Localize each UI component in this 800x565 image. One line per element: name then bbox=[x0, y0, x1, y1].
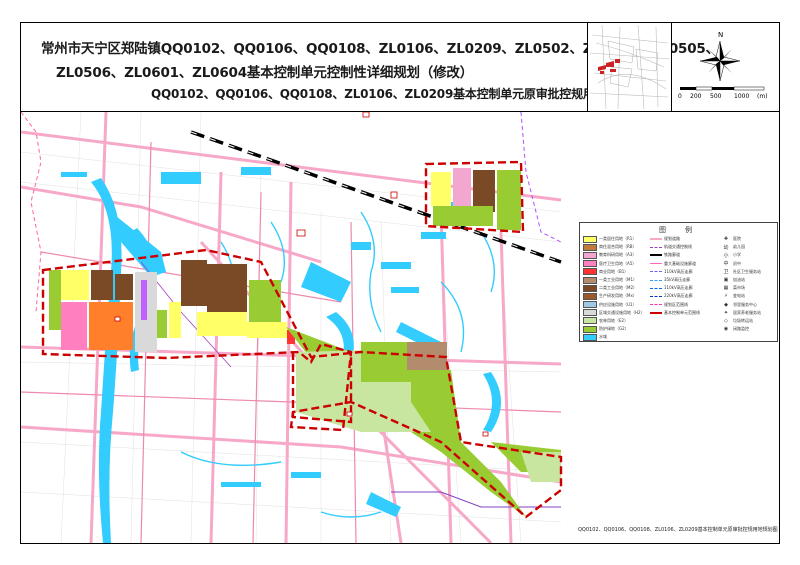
legend-item: 医疗卫生用地（A5） bbox=[583, 260, 645, 268]
line-transit bbox=[650, 246, 662, 248]
line-110kv-b bbox=[650, 287, 662, 289]
legend-symbol-column: ✚ 医院 幼幼儿园 小小学 中初中 卫社区卫生服务站 ▣ 加油站 ▦ 菜市场 ⚡ 变电站… bbox=[720, 235, 761, 333]
legend-item: 重大基础设施廊道 bbox=[650, 260, 700, 268]
legend-item: 生产研发用地（Mx） bbox=[583, 292, 645, 300]
map-subtitle: QQ0102、QQ0106、QQ0108、ZL0106、ZL0209基本控制单元… bbox=[151, 87, 642, 101]
market-icon: ▦ bbox=[723, 285, 729, 292]
swatch-water bbox=[583, 333, 597, 341]
legend-item: 商业用地（B1） bbox=[583, 268, 645, 276]
legend-item: 教育科研用地（A3） bbox=[583, 251, 645, 259]
legend-item: 供应设施用地（U1） bbox=[583, 301, 645, 309]
swatch-commercial bbox=[583, 268, 597, 276]
legend-item: 幼幼儿园 bbox=[720, 243, 761, 251]
gas-station-icon: ▣ bbox=[723, 277, 729, 284]
legend-item: 二类工业用地（M2） bbox=[583, 284, 645, 292]
middle-school-icon: 中 bbox=[723, 261, 729, 268]
swatch-medical bbox=[583, 260, 597, 268]
legend-item: 防护绿地（G2） bbox=[583, 325, 645, 333]
legend-item: 农林用地（E2） bbox=[583, 317, 645, 325]
northeast-block-parcels bbox=[431, 168, 521, 230]
legend-item: 卫社区卫生服务站 bbox=[720, 268, 761, 276]
locator-map bbox=[587, 23, 672, 111]
scale-unit: (m) bbox=[757, 93, 768, 100]
substation-icon: ⚡ bbox=[724, 293, 728, 300]
scale-tick-0: 0 bbox=[678, 93, 682, 100]
service-center-icon: ◆ bbox=[724, 301, 728, 308]
legend-line-column: 规划道路 轨道交通控制线 铁路廊道 重大基础设施廊道 110kV高压走廊 35k… bbox=[650, 235, 700, 317]
swatch-residential bbox=[583, 235, 597, 243]
swatch-green bbox=[583, 325, 597, 333]
hospital-icon: ✚ bbox=[723, 236, 729, 243]
legend-item: 轨道交通控制线 bbox=[650, 243, 700, 251]
waste-transfer-icon: ◇ bbox=[724, 317, 728, 324]
map-title-line2: ZL0506、ZL0601、ZL0604基本控制单元控制性详细规划（修改） bbox=[56, 65, 473, 81]
legend-item: ▦ 菜市场 bbox=[720, 284, 761, 292]
legend-item: 一类居住用地（R1） bbox=[583, 235, 645, 243]
cctv-icon: ◉ bbox=[723, 326, 729, 333]
legend-item: 中初中 bbox=[720, 260, 761, 268]
scale-tick-200: 200 bbox=[690, 93, 702, 100]
legend-item: 基本控制单元范围线 bbox=[650, 309, 700, 317]
land-use-map: 图 例 一类居住用地（R1） 商住混合用地（RB） 教育科研用地（A3） 医疗卫… bbox=[20, 111, 779, 545]
elderly-care-icon: ✦ bbox=[723, 309, 729, 316]
line-110kv bbox=[650, 271, 662, 273]
scale-bar: 0 200 500 1000 (m) bbox=[678, 86, 768, 100]
line-road bbox=[650, 238, 662, 241]
line-35kv bbox=[650, 279, 662, 281]
legend-item: 商住混合用地（RB） bbox=[583, 243, 645, 251]
line-220kv bbox=[650, 295, 662, 297]
kindergarten-icon: 幼 bbox=[723, 244, 729, 251]
clinic-icon: 卫 bbox=[723, 269, 729, 276]
legend-item: 水域 bbox=[583, 333, 645, 341]
north-arrow-panel: N 0 200 500 1000 (m) bbox=[671, 23, 780, 111]
legend-landuse-column: 一类居住用地（R1） 商住混合用地（RB） 教育科研用地（A3） 医疗卫生用地（… bbox=[583, 235, 645, 341]
legend-item: 小小学 bbox=[720, 251, 761, 259]
swatch-industrial-1 bbox=[583, 276, 597, 284]
legend-item: ◆ 邻里服务中心 bbox=[720, 301, 761, 309]
swatch-utility bbox=[583, 301, 597, 309]
swatch-rd bbox=[583, 292, 597, 300]
scale-tick-500: 500 bbox=[710, 93, 722, 100]
swatch-mixed bbox=[583, 243, 597, 251]
swatch-education bbox=[583, 251, 597, 259]
legend-item: 110kV高压走廊 bbox=[650, 268, 700, 276]
legend-item: 规划道路 bbox=[650, 235, 700, 243]
line-railway bbox=[650, 254, 662, 257]
map-sheet: 常州市天宁区郑陆镇QQ0102、QQ0106、QQ0108、ZL0106、ZL0… bbox=[20, 22, 780, 545]
legend-item: 规划区范围线 bbox=[650, 301, 700, 309]
legend-title: 图 例 bbox=[659, 226, 698, 234]
legend-item: 35kV高压走廊 bbox=[650, 276, 700, 284]
primary-school-icon: 小 bbox=[723, 252, 729, 259]
legend-item: ✦ 居家养老服务站 bbox=[720, 309, 761, 317]
legend-item: ✚ 医院 bbox=[720, 235, 761, 243]
legend-item: 一类工业用地（M1） bbox=[583, 276, 645, 284]
map-legend: 图 例 一类居住用地（R1） 商住混合用地（RB） 教育科研用地（A3） 医疗卫… bbox=[579, 222, 778, 342]
legend-item: ⚡ 变电站 bbox=[720, 292, 761, 300]
swatch-industrial-2 bbox=[583, 284, 597, 292]
legend-item: 220kV高压走廊 bbox=[650, 292, 700, 300]
title-block: 常州市天宁区郑陆镇QQ0102、QQ0106、QQ0108、ZL0106、ZL0… bbox=[21, 23, 719, 111]
footer-caption: QQ0102、QQ0106、QQ0108、ZL0106、ZL0209基本控制单元… bbox=[578, 527, 778, 533]
line-control-unit bbox=[650, 311, 662, 314]
legend-item: 区域交通设施用地（H2） bbox=[583, 309, 645, 317]
scale-tick-1000: 1000 bbox=[734, 93, 749, 100]
legend-item: 110kV高压走廊 bbox=[650, 284, 700, 292]
compass-rose-icon: N 0 200 500 1000 (m) bbox=[678, 31, 768, 100]
legend-item: ◉ 闭路监控 bbox=[720, 325, 761, 333]
locator-map-graphic bbox=[588, 23, 672, 111]
legend-item: ▣ 加油站 bbox=[720, 276, 761, 284]
line-infra bbox=[650, 263, 662, 265]
swatch-transport bbox=[583, 309, 597, 317]
swatch-farmland bbox=[583, 317, 597, 325]
legend-item: 铁路廊道 bbox=[650, 251, 700, 259]
line-plan-area bbox=[650, 304, 662, 306]
north-label: N bbox=[718, 31, 723, 39]
legend-item: ◇ 垃圾转运站 bbox=[720, 317, 761, 325]
